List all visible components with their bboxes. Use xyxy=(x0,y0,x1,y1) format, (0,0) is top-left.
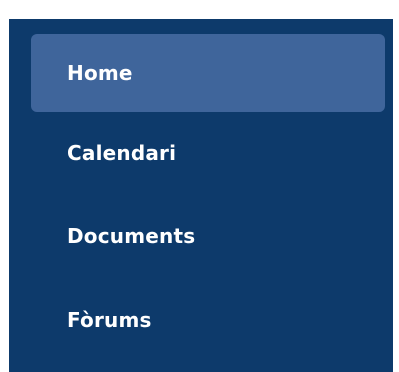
nav-item-label: Fòrums xyxy=(67,308,152,332)
nav-item-label: Home xyxy=(67,61,133,85)
nav-item-label: Documents xyxy=(67,224,196,248)
nav-item-label: Calendari xyxy=(67,141,177,165)
nav-item-home[interactable]: Home xyxy=(31,34,385,112)
nav-item-forums[interactable]: Fòrums xyxy=(31,281,385,359)
sidebar-nav: Home Calendari Documents Fòrums xyxy=(9,19,393,372)
nav-item-documents[interactable]: Documents xyxy=(31,197,385,275)
nav-item-calendari[interactable]: Calendari xyxy=(31,114,385,192)
